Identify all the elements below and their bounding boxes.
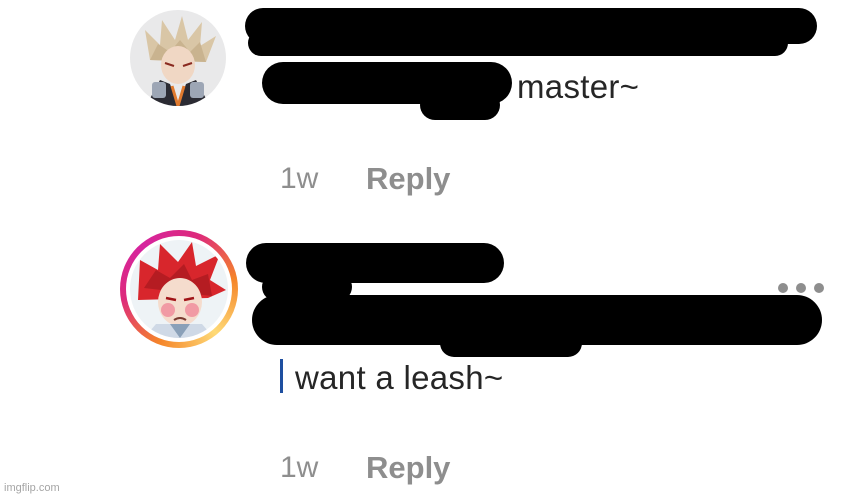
comment-text-content: want a leash~: [295, 359, 504, 396]
comment-text: master~: [517, 68, 640, 105]
reply-button[interactable]: Reply: [366, 161, 450, 197]
comment-timestamp: 1w: [280, 451, 319, 484]
redacted-text: [440, 329, 582, 357]
comment-text: want a leash~: [280, 359, 503, 397]
more-options-icon[interactable]: [778, 282, 824, 294]
avatar-image: [130, 10, 226, 106]
dot: [814, 283, 824, 293]
watermark: imgflip.com: [4, 482, 60, 494]
dot: [796, 283, 806, 293]
redacted-text: [420, 90, 500, 120]
comment-timestamp: 1w: [280, 162, 319, 195]
reply-button[interactable]: Reply: [366, 450, 450, 486]
text-cursor: [280, 359, 283, 393]
redacted-text: [248, 30, 788, 56]
comment-item: want a leash~ 1w Reply: [0, 225, 856, 499]
avatar[interactable]: [130, 10, 226, 106]
comment-item: master~ 1w Reply: [0, 0, 856, 215]
dot: [778, 283, 788, 293]
